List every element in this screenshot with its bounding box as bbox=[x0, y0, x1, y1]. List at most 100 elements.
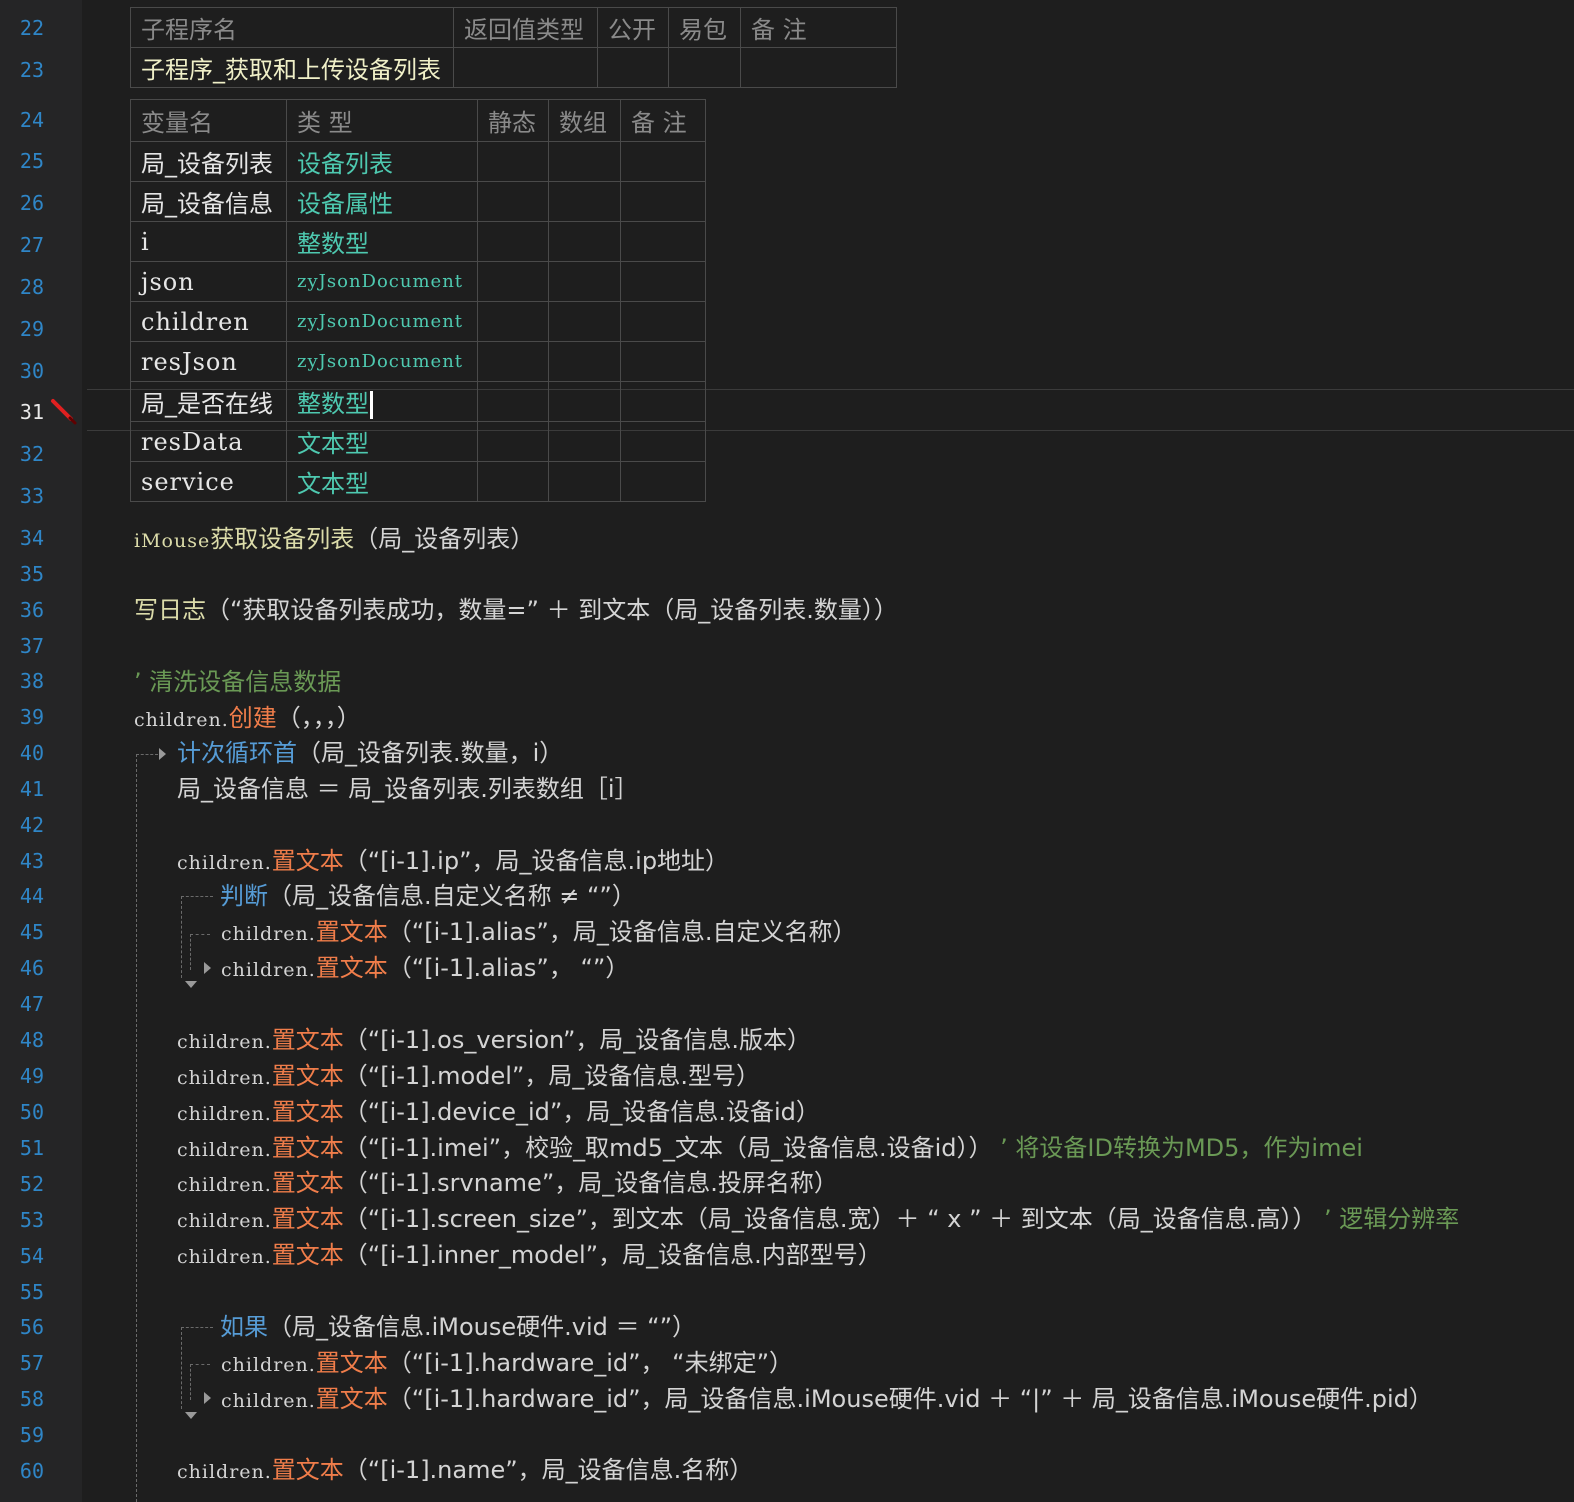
variable-remark[interactable] bbox=[620, 341, 706, 382]
code-line-36[interactable]: 写日志（“获取设备列表成功，数量=” ＋ 到文本（局_设备列表.数量）） bbox=[134, 595, 898, 625]
line-number[interactable]: 31 bbox=[0, 400, 44, 424]
variable-name[interactable]: children bbox=[130, 301, 287, 342]
line-number[interactable]: 25 bbox=[0, 149, 44, 173]
line-number[interactable]: 42 bbox=[0, 813, 44, 837]
line-number[interactable]: 30 bbox=[0, 359, 44, 383]
variable-name[interactable]: i bbox=[130, 221, 287, 262]
variable-type[interactable]: zyJsonDocument bbox=[286, 261, 478, 302]
line-number[interactable]: 32 bbox=[0, 442, 44, 466]
line-number[interactable]: 35 bbox=[0, 562, 44, 586]
variable-remark[interactable] bbox=[620, 301, 706, 342]
code-line-41[interactable]: 局_设备信息 ＝ 局_设备列表.列表数组［i］ bbox=[177, 774, 639, 804]
return-type-cell[interactable] bbox=[453, 47, 598, 88]
line-number[interactable]: 59 bbox=[0, 1423, 44, 1447]
easy-package-cell[interactable] bbox=[668, 47, 741, 88]
variable-array[interactable] bbox=[548, 421, 621, 462]
code-line-56[interactable]: 如果（局_设备信息.iMouse硬件.vid ＝ “”） bbox=[220, 1312, 696, 1342]
line-number[interactable]: 39 bbox=[0, 705, 44, 729]
variable-row-current[interactable]: 局_是否在线 整数型 bbox=[130, 381, 706, 422]
code-line-44[interactable]: 判断（局_设备信息.自定义名称 ≠ “”） bbox=[220, 881, 636, 911]
line-number[interactable]: 45 bbox=[0, 920, 44, 944]
line-number[interactable]: 43 bbox=[0, 849, 44, 873]
line-number[interactable]: 36 bbox=[0, 598, 44, 622]
variable-name[interactable]: service bbox=[130, 461, 287, 502]
line-number[interactable]: 58 bbox=[0, 1387, 44, 1411]
line-number[interactable]: 27 bbox=[0, 233, 44, 257]
variable-array[interactable] bbox=[548, 341, 621, 382]
code-line-53[interactable]: children.置文本（“[i-1].screen_size”，到文本（局_设… bbox=[177, 1204, 1574, 1236]
variable-remark[interactable] bbox=[620, 181, 706, 222]
code-line-46[interactable]: children.置文本（“[i-1].alias”， “”） bbox=[221, 953, 629, 985]
line-number[interactable]: 34 bbox=[0, 526, 44, 550]
subroutine-name-cell[interactable]: 子程序_获取和上传设备列表 bbox=[130, 47, 454, 88]
line-number[interactable]: 22 bbox=[0, 16, 44, 40]
variable-static[interactable] bbox=[477, 181, 549, 222]
variable-static[interactable] bbox=[477, 261, 549, 302]
variable-remark[interactable] bbox=[620, 221, 706, 262]
variable-type[interactable]: zyJsonDocument bbox=[286, 341, 478, 382]
line-number[interactable]: 47 bbox=[0, 992, 44, 1016]
variable-static[interactable] bbox=[477, 221, 549, 262]
line-number[interactable]: 41 bbox=[0, 777, 44, 801]
variable-row[interactable]: resJson zyJsonDocument bbox=[130, 341, 706, 382]
variable-static[interactable] bbox=[477, 301, 549, 342]
variable-name[interactable]: 局_是否在线 bbox=[130, 381, 287, 422]
variable-row[interactable]: i 整数型 bbox=[130, 221, 706, 262]
line-number[interactable]: 53 bbox=[0, 1208, 44, 1232]
code-line-54[interactable]: children.置文本（“[i-1].inner_model”，局_设备信息.… bbox=[177, 1240, 882, 1272]
variable-type[interactable]: 设备属性 bbox=[286, 181, 478, 222]
code-line-39[interactable]: children.创建（，，，） bbox=[134, 703, 361, 735]
line-number[interactable]: 29 bbox=[0, 317, 44, 341]
variable-type[interactable]: 文本型 bbox=[286, 461, 478, 502]
variable-type[interactable]: 文本型 bbox=[286, 421, 478, 462]
line-number[interactable]: 40 bbox=[0, 741, 44, 765]
line-number[interactable]: 44 bbox=[0, 884, 44, 908]
variable-static[interactable] bbox=[477, 141, 549, 182]
code-line-50[interactable]: children.置文本（“[i-1].device_id”，局_设备信息.设备… bbox=[177, 1097, 820, 1129]
variable-array[interactable] bbox=[548, 461, 621, 502]
variable-remark[interactable] bbox=[620, 421, 706, 462]
variable-row[interactable]: children zyJsonDocument bbox=[130, 301, 706, 342]
variable-type-editing[interactable]: 整数型 bbox=[286, 381, 478, 422]
code-line-52[interactable]: children.置文本（“[i-1].srvname”，局_设备信息.投屏名称… bbox=[177, 1168, 838, 1200]
variable-remark[interactable] bbox=[620, 381, 706, 422]
code-line-49[interactable]: children.置文本（“[i-1].model”，局_设备信息.型号） bbox=[177, 1061, 760, 1093]
line-number[interactable]: 23 bbox=[0, 58, 44, 82]
variable-row[interactable]: service 文本型 bbox=[130, 461, 706, 502]
code-line-48[interactable]: children.置文本（“[i-1].os_version”，局_设备信息.版… bbox=[177, 1025, 811, 1057]
line-number[interactable]: 55 bbox=[0, 1280, 44, 1304]
code-line-34[interactable]: iMouse获取设备列表（局_设备列表） bbox=[134, 524, 534, 556]
line-number[interactable]: 38 bbox=[0, 669, 44, 693]
line-number[interactable]: 54 bbox=[0, 1244, 44, 1268]
variable-name[interactable]: json bbox=[130, 261, 287, 302]
variable-type[interactable]: 设备列表 bbox=[286, 141, 478, 182]
variable-remark[interactable] bbox=[620, 461, 706, 502]
variable-static[interactable] bbox=[477, 341, 549, 382]
line-number[interactable]: 33 bbox=[0, 484, 44, 508]
line-number[interactable]: 49 bbox=[0, 1064, 44, 1088]
variable-name[interactable]: resData bbox=[130, 421, 287, 462]
code-line-45[interactable]: children.置文本（“[i-1].alias”，局_设备信息.自定义名称） bbox=[221, 917, 857, 949]
variable-array[interactable] bbox=[548, 221, 621, 262]
public-cell[interactable] bbox=[597, 47, 669, 88]
variable-array[interactable] bbox=[548, 381, 621, 422]
variable-row[interactable]: 局_设备列表 设备列表 bbox=[130, 141, 706, 182]
variable-array[interactable] bbox=[548, 261, 621, 302]
line-number[interactable]: 46 bbox=[0, 956, 44, 980]
variable-array[interactable] bbox=[548, 181, 621, 222]
variable-remark[interactable] bbox=[620, 141, 706, 182]
code-line-60[interactable]: children.置文本（“[i-1].name”，局_设备信息.名称） bbox=[177, 1455, 753, 1487]
variable-name[interactable]: resJson bbox=[130, 341, 287, 382]
remark-cell[interactable] bbox=[740, 47, 897, 88]
line-number[interactable]: 60 bbox=[0, 1459, 44, 1483]
line-number[interactable]: 48 bbox=[0, 1028, 44, 1052]
variable-row[interactable]: json zyJsonDocument bbox=[130, 261, 706, 302]
variable-static[interactable] bbox=[477, 421, 549, 462]
code-line-40[interactable]: 计次循环首（局_设备列表.数量，i） bbox=[177, 738, 563, 768]
variable-type[interactable]: zyJsonDocument bbox=[286, 301, 478, 342]
line-number[interactable]: 57 bbox=[0, 1351, 44, 1375]
subroutine-row[interactable]: 子程序_获取和上传设备列表 bbox=[130, 47, 897, 88]
line-number[interactable]: 24 bbox=[0, 108, 44, 132]
code-line-58[interactable]: children.置文本（“[i-1].hardware_id”，局_设备信息.… bbox=[221, 1384, 1433, 1416]
variable-static[interactable] bbox=[477, 381, 549, 422]
